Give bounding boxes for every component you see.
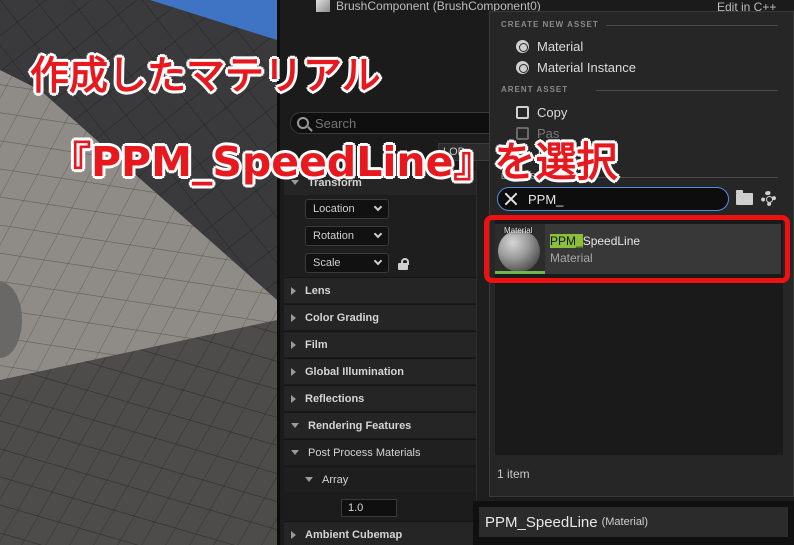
caption-line-1: 作成したマテリアル xyxy=(30,54,381,99)
cube-icon xyxy=(316,0,330,12)
clear-filter-icon[interactable] xyxy=(504,192,518,206)
highlight-frame xyxy=(484,215,790,283)
copy-item[interactable]: Copy xyxy=(516,104,567,120)
category-rendering-features[interactable]: Rendering Features xyxy=(284,412,492,438)
scale-dropdown-label: Scale xyxy=(313,257,341,269)
expand-arrow-icon xyxy=(291,286,296,295)
array-row[interactable]: Array xyxy=(284,466,492,492)
edit-in-cpp-link[interactable]: Edit in C++ xyxy=(717,0,776,14)
expand-arrow-icon xyxy=(291,423,299,428)
section-divider xyxy=(606,25,778,26)
current-asset-header: ARENT ASSET xyxy=(501,85,569,94)
post-process-materials-row[interactable]: Post Process Materials xyxy=(284,439,492,465)
scale-dropdown[interactable]: Scale xyxy=(305,253,389,273)
caption-line-2: 『PPM_SpeedLine』を選択 xyxy=(50,138,618,186)
create-material-item[interactable]: Material xyxy=(516,38,583,54)
category-reflections-label: Reflections xyxy=(305,392,365,405)
array-label: Array xyxy=(322,473,349,486)
expand-arrow-icon xyxy=(291,367,296,376)
asset-filter-box[interactable] xyxy=(497,187,729,211)
location-dropdown[interactable]: Location xyxy=(305,199,389,219)
post-process-materials-label: Post Process Materials xyxy=(308,446,421,459)
asset-filter-input[interactable] xyxy=(528,191,708,207)
category-film[interactable]: Film xyxy=(284,331,492,357)
unlock-icon[interactable] xyxy=(398,258,410,270)
create-material-label: Material xyxy=(537,38,584,54)
create-material-instance-label: Material Instance xyxy=(537,59,636,75)
category-lens-label: Lens xyxy=(305,284,331,297)
array-value-field[interactable]: 1.0 xyxy=(341,499,397,517)
category-color-grading[interactable]: Color Grading xyxy=(284,304,492,330)
category-ambient-cubemap[interactable]: Ambient Cubemap xyxy=(284,521,492,545)
tooltip-body: PPM_SpeedLine (Material) xyxy=(479,507,788,537)
rotation-dropdown[interactable]: Rotation xyxy=(305,226,389,246)
category-reflections[interactable]: Reflections xyxy=(284,385,492,411)
tooltip-asset-name: PPM_SpeedLine xyxy=(485,513,598,531)
material-instance-icon xyxy=(516,60,529,74)
category-global-illumination-label: Global Illumination xyxy=(305,365,404,378)
expand-arrow-icon xyxy=(291,340,296,349)
expand-arrow-icon xyxy=(291,530,296,539)
category-lens[interactable]: Lens xyxy=(284,277,492,303)
unreal-editor-screenshot: BrushComponent (BrushComponent0) LOD Tra… xyxy=(0,0,794,545)
copy-label: Copy xyxy=(537,104,568,120)
expand-arrow-icon xyxy=(291,313,296,322)
expand-arrow-icon xyxy=(291,450,299,455)
gear-icon[interactable] xyxy=(761,191,776,206)
material-icon xyxy=(516,39,529,53)
expand-arrow-icon xyxy=(305,477,313,482)
folder-icon[interactable] xyxy=(736,190,753,205)
category-ambient-cubemap-label: Ambient Cubemap xyxy=(305,528,403,541)
create-new-asset-header: CREATE NEW ASSET xyxy=(501,20,599,29)
asset-tooltip: PPM_SpeedLine (Material) xyxy=(473,501,794,545)
tooltip-asset-type: (Material) xyxy=(601,516,649,528)
section-divider xyxy=(596,90,778,91)
category-rendering-features-label: Rendering Features xyxy=(308,419,412,432)
chevron-down-icon xyxy=(373,202,383,212)
lock-body xyxy=(398,263,408,270)
create-material-instance-item[interactable]: Material Instance xyxy=(516,59,636,75)
category-global-illumination[interactable]: Global Illumination xyxy=(284,358,492,384)
category-film-label: Film xyxy=(305,338,328,351)
chevron-down-icon xyxy=(373,256,383,266)
category-color-grading-label: Color Grading xyxy=(305,311,379,324)
item-count: 1 item xyxy=(497,467,530,481)
rotation-dropdown-label: Rotation xyxy=(313,230,354,242)
chevron-down-icon xyxy=(373,229,383,239)
location-dropdown-label: Location xyxy=(313,203,355,215)
expand-arrow-icon xyxy=(291,394,296,403)
copy-icon xyxy=(516,105,529,119)
